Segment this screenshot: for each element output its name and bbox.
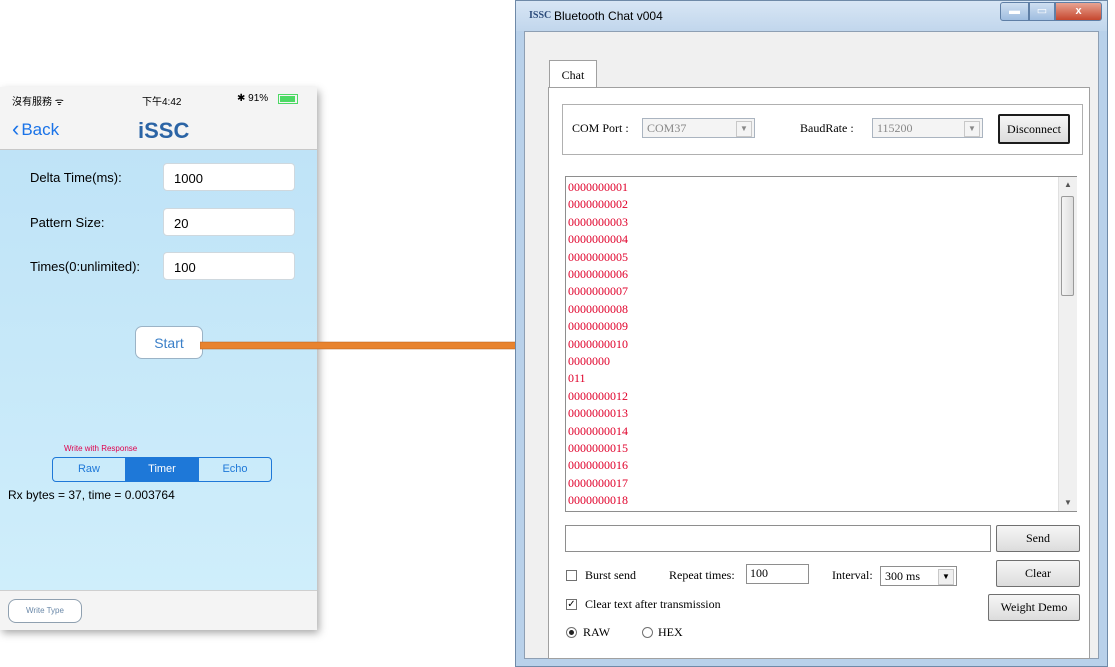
- output-line: 0000000015: [568, 441, 628, 455]
- tab-chat[interactable]: Chat: [549, 60, 597, 88]
- output-line: 0000000013: [568, 406, 628, 421]
- output-line: 0000000016: [568, 458, 628, 473]
- output-line: 0000000008: [568, 301, 628, 316]
- rx-status-text: Rx bytes = 37, time = 0.003764: [8, 488, 175, 502]
- raw-radio[interactable]: [566, 627, 577, 638]
- nav-bar: ‹ Back iSSC: [0, 109, 317, 150]
- repeat-times-label: Repeat times:: [669, 568, 735, 582]
- scroll-down-icon[interactable]: ▼: [1059, 495, 1077, 511]
- write-with-response-label: Write with Response: [64, 444, 138, 453]
- segment-echo[interactable]: Echo: [199, 458, 271, 481]
- back-button[interactable]: ‹ Back: [12, 116, 60, 141]
- output-line: 0000000012: [568, 388, 628, 403]
- hex-label: HEX: [658, 625, 683, 639]
- output-line: 011: [568, 371, 586, 386]
- interval-select[interactable]: 300 ms ▼: [880, 566, 957, 586]
- battery-icon: [278, 94, 298, 104]
- interval-label: Interval:: [832, 568, 873, 582]
- app-icon: ISSC: [529, 10, 552, 21]
- status-time: 下午4:42: [142, 97, 182, 108]
- burst-send-label: Burst send: [585, 568, 636, 582]
- segment-timer[interactable]: Timer: [126, 458, 199, 481]
- scroll-up-icon[interactable]: ▲: [1059, 177, 1077, 193]
- chevron-down-icon: ▼: [938, 569, 954, 585]
- times-field[interactable]: 100: [163, 252, 295, 280]
- issc-logo: iSSC: [138, 118, 190, 143]
- vertical-scrollbar[interactable]: ▲ ▼: [1058, 177, 1077, 511]
- phone-content: Delta Time(ms): 1000 Pattern Size: 20 Ti…: [0, 150, 317, 590]
- mode-segmented-control: Raw Timer Echo: [52, 457, 272, 482]
- clear-after-label: Clear text after transmission: [585, 597, 721, 611]
- com-port-select[interactable]: COM37 ▼: [642, 118, 755, 138]
- com-port-value: COM37: [647, 121, 687, 135]
- interval-value: 300 ms: [885, 569, 921, 583]
- minimize-icon[interactable]: ▬: [1000, 2, 1029, 21]
- start-button[interactable]: Start: [135, 326, 203, 359]
- title-bar: ISSC Bluetooth Chat v004 ▬ ▭ x: [516, 1, 1107, 31]
- clear-after-checkbox[interactable]: ✓: [566, 599, 577, 610]
- back-label: Back: [21, 120, 60, 139]
- maximize-icon[interactable]: ▭: [1029, 2, 1055, 21]
- carrier-label: 沒有服務 ᯤ: [12, 97, 64, 108]
- hex-radio[interactable]: [642, 627, 653, 638]
- output-line: 0000000007: [568, 284, 628, 299]
- arrow-icon: [200, 333, 545, 358]
- chat-output: 0000000001 0000000002 0000000003 0000000004…: [565, 176, 1077, 512]
- output-line: 0000000018: [568, 493, 628, 508]
- send-button[interactable]: Send: [996, 525, 1080, 552]
- battery-percent: ✱ 91%: [237, 93, 269, 104]
- output-line: 0000000001: [568, 180, 628, 194]
- chevron-down-icon: ▼: [964, 121, 980, 137]
- status-bar: 沒有服務 ᯤ 下午4:42 ✱ 91%: [0, 87, 317, 109]
- times-label: Times(0:unlimited):: [30, 259, 141, 274]
- delta-time-field[interactable]: 1000: [163, 163, 295, 191]
- output-line: 0000000004: [568, 232, 628, 247]
- clear-button[interactable]: Clear: [996, 560, 1080, 587]
- close-icon[interactable]: x: [1055, 2, 1102, 21]
- disconnect-button[interactable]: Disconnect: [998, 114, 1070, 144]
- output-line: 0000000: [568, 354, 610, 368]
- baud-rate-value: 115200: [877, 121, 913, 135]
- baud-rate-label: BaudRate :: [800, 121, 854, 135]
- weight-demo-button[interactable]: Weight Demo: [988, 594, 1080, 621]
- baud-rate-select[interactable]: 115200 ▼: [872, 118, 983, 138]
- write-type-button[interactable]: Write Type: [8, 599, 82, 623]
- com-port-label: COM Port :: [572, 121, 629, 135]
- window-controls: ▬ ▭ x: [1000, 2, 1102, 21]
- output-line: 0000000002: [568, 197, 628, 212]
- chevron-left-icon: ‹: [12, 116, 20, 141]
- raw-label: RAW: [583, 625, 611, 639]
- output-line: 0000000014: [568, 423, 628, 438]
- output-line: 0000000017: [568, 475, 628, 490]
- delta-time-label: Delta Time(ms):: [30, 170, 122, 185]
- message-input[interactable]: [565, 525, 991, 552]
- output-line: 0000000003: [568, 214, 628, 229]
- output-line: 0000000006: [568, 267, 628, 281]
- burst-send-checkbox[interactable]: [566, 570, 577, 581]
- bottom-toolbar: Write Type: [0, 590, 317, 630]
- pattern-size-label: Pattern Size:: [30, 215, 105, 230]
- segment-raw[interactable]: Raw: [53, 458, 126, 481]
- pattern-size-field[interactable]: 20: [163, 208, 295, 236]
- output-line: 0000000009: [568, 319, 628, 334]
- chevron-down-icon: ▼: [736, 121, 752, 137]
- repeat-times-input[interactable]: 100: [746, 564, 809, 584]
- scroll-thumb[interactable]: [1061, 196, 1074, 296]
- window-title: Bluetooth Chat v004: [554, 9, 663, 23]
- output-line: 0000000010: [568, 336, 628, 351]
- output-line: 0000000005: [568, 249, 628, 264]
